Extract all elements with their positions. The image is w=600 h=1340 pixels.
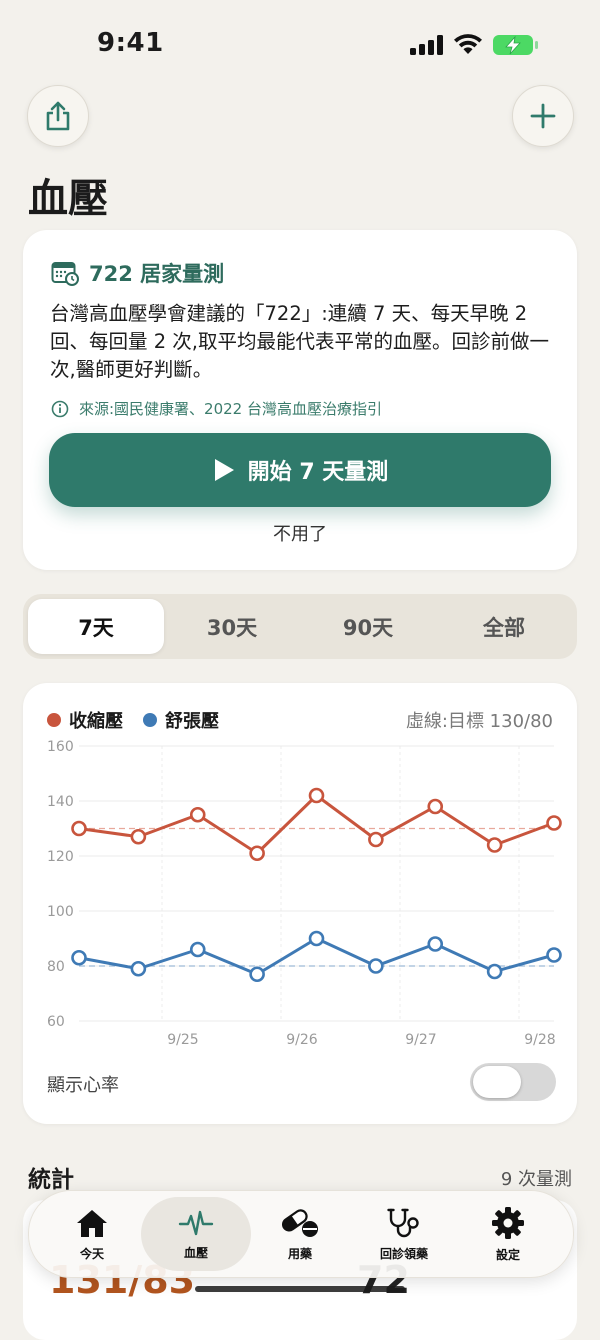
bp-chart-card: 收縮壓 舒張壓 虛線:目標 130/80 160 140 120 100 80 60 9/2…: [23, 683, 577, 1124]
tab-label-followup: 回診領藥: [379, 1246, 428, 1261]
y-tick-label: 140: [47, 794, 74, 810]
x-tick-label: 9/28: [524, 1032, 555, 1048]
range-tab-all[interactable]: 全部: [436, 599, 572, 654]
tab-label-medication: 用藥: [287, 1246, 312, 1261]
systolic-point: [486, 837, 503, 853]
cellular-signal-icon: [410, 35, 443, 55]
systolic-point: [130, 828, 147, 845]
heart-rate-toggle-label: 顯示心率: [47, 1075, 119, 1096]
y-tick-label: 100: [47, 904, 74, 920]
source-note: 來源:國民健康署、2022 台灣高血壓治療指引: [51, 398, 382, 419]
pill-icon: [281, 1207, 318, 1237]
tab-followup[interactable]: 回診領藥: [349, 1197, 459, 1271]
x-tick-label: 9/26: [286, 1032, 318, 1048]
tab-label-bp: 血壓: [183, 1245, 208, 1260]
diastolic-point: [427, 936, 444, 952]
systolic-line: [78, 794, 555, 855]
tab-label-settings: 設定: [495, 1247, 520, 1262]
systolic-point: [189, 806, 206, 823]
x-tick-label: 9/27: [405, 1032, 436, 1048]
diastolic-point: [308, 930, 325, 947]
play-icon: [214, 459, 234, 481]
home-measurement-card: 722 居家量測 台灣高血壓學會建議的「722」:連續 7 天、每天早晚 2 回…: [23, 230, 577, 570]
source-text: 來源:國民健康署、2022 台灣高血壓治療指引: [79, 400, 382, 418]
pulse-icon: [178, 1210, 214, 1235]
dismiss-link[interactable]: 不用了: [23, 520, 577, 546]
gear-icon: [492, 1206, 524, 1239]
house-icon: [77, 1209, 107, 1237]
start-7day-button[interactable]: 開始 7 天量測: [49, 433, 551, 507]
start-button-label: 開始 7 天量測: [247, 460, 389, 485]
systolic-point: [71, 820, 87, 837]
systolic-point: [368, 831, 384, 848]
stethoscope-icon: [387, 1208, 419, 1237]
card-heading: 722 居家量測: [51, 258, 224, 288]
diastolic-point: [486, 963, 503, 980]
diastolic-point: [130, 960, 147, 977]
y-tick-label: 160: [47, 739, 74, 755]
diastolic-point: [189, 941, 206, 958]
add-button[interactable]: [512, 85, 574, 147]
battery-charging-icon: [493, 35, 538, 55]
x-tick-label: 9/25: [167, 1032, 198, 1048]
stats-title: 統計: [28, 1167, 74, 1193]
systolic-point: [427, 798, 444, 815]
share-button[interactable]: [27, 85, 89, 147]
y-tick-label: 80: [47, 959, 65, 975]
wifi-icon: [454, 34, 482, 54]
range-selector: 7天 30天 90天 全部: [23, 594, 577, 659]
toggle-knob: [473, 1066, 521, 1098]
y-tick-label: 60: [47, 1014, 65, 1030]
card-description: 台灣高血壓學會建議的「722」:連續 7 天、每天早晚 2 回、每回量 2 次,…: [50, 302, 550, 381]
systolic-point: [249, 845, 265, 862]
card-heading-text: 722 居家量測: [89, 262, 225, 286]
diastolic-point: [546, 947, 562, 963]
home-indicator: [195, 1286, 405, 1292]
info-icon: [51, 400, 69, 417]
systolic-point: [546, 815, 562, 831]
diastolic-point: [71, 949, 87, 966]
tab-medication[interactable]: 用藥: [245, 1197, 355, 1271]
y-tick-label: 120: [47, 849, 74, 865]
diastolic-point: [368, 958, 384, 974]
page-title: 血壓: [28, 176, 108, 222]
range-tab-90d[interactable]: 90天: [300, 599, 436, 654]
share-icon: [46, 101, 70, 131]
diastolic-point: [249, 966, 265, 983]
systolic-point: [308, 787, 325, 804]
bp-line-chart[interactable]: 160 140 120 100 80 60 9/25 9/26 9/27 9/28: [23, 723, 577, 1053]
tab-today[interactable]: 今天: [37, 1197, 147, 1271]
range-tab-30d[interactable]: 30天: [164, 599, 300, 654]
tab-settings[interactable]: 設定: [453, 1197, 563, 1271]
heart-rate-toggle[interactable]: [470, 1063, 556, 1101]
status-bar: 9:41: [0, 0, 600, 80]
stats-count: 9 次量測: [500, 1169, 572, 1190]
tab-label-today: 今天: [79, 1246, 104, 1261]
tab-bar: 今天 血壓 用藥 回診領藥 設定: [28, 1190, 574, 1278]
plus-icon: [530, 103, 556, 129]
range-tab-7d[interactable]: 7天: [28, 599, 164, 654]
calendar-clock-icon: [51, 262, 79, 286]
tab-blood-pressure[interactable]: 血壓: [141, 1197, 251, 1271]
status-time: 9:41: [97, 28, 164, 58]
